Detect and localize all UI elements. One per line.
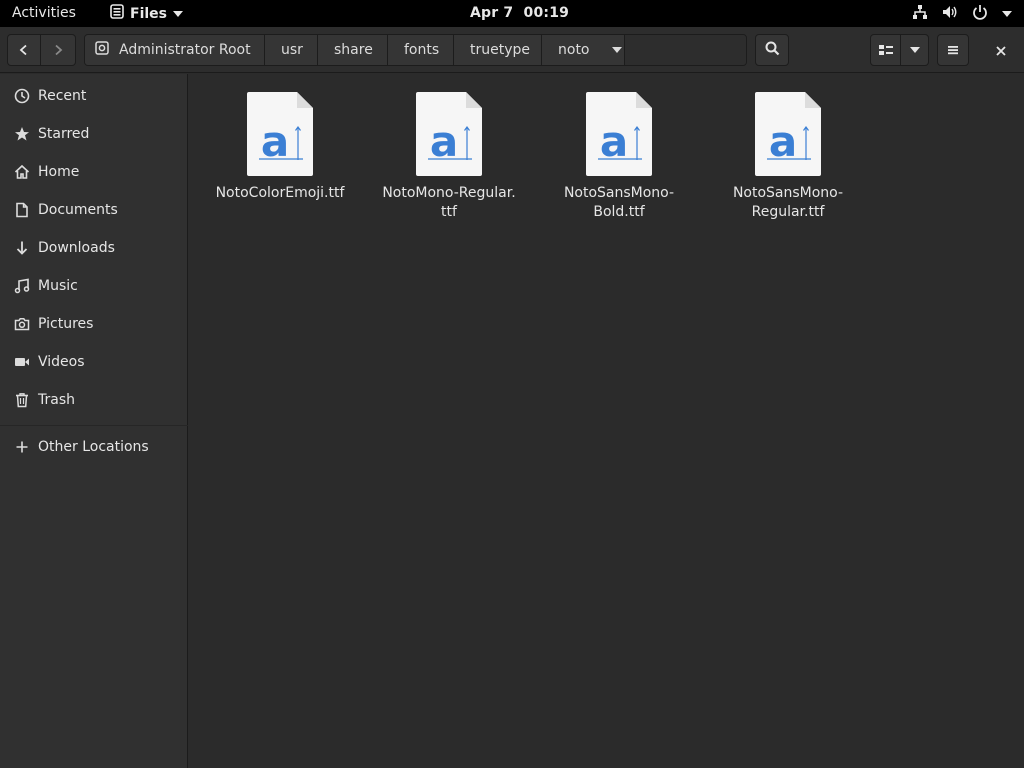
path-crumb-label: truetype bbox=[470, 42, 531, 58]
clock[interactable]: Apr 7 00:19 bbox=[470, 5, 569, 21]
path-crumb-noto[interactable]: noto bbox=[542, 35, 625, 65]
video-icon bbox=[14, 354, 30, 370]
sidebar-item-label: Music bbox=[38, 278, 78, 294]
font-file-icon: a bbox=[755, 92, 821, 176]
chevron-left-icon bbox=[18, 41, 30, 60]
app-menu-label: Files bbox=[130, 5, 167, 22]
path-crumb-share[interactable]: share bbox=[318, 35, 388, 65]
path-crumb-usr[interactable]: usr bbox=[265, 35, 318, 65]
sidebar-item-downloads[interactable]: Downloads bbox=[0, 229, 188, 267]
activities-button[interactable]: Activities bbox=[12, 5, 76, 21]
sidebar-item-label: Downloads bbox=[38, 240, 115, 256]
list-view-icon bbox=[878, 41, 893, 60]
sidebar-item-label: Recent bbox=[38, 88, 87, 104]
path-bar-empty-area bbox=[625, 35, 746, 65]
sidebar-item-recent[interactable]: Recent bbox=[0, 77, 188, 115]
file-item-notocoloremoji[interactable]: a NotoColorEmoji.ttf bbox=[196, 92, 364, 203]
trash-icon bbox=[14, 392, 30, 408]
drive-icon bbox=[95, 41, 109, 59]
file-name: NotoColorEmoji.ttf bbox=[215, 185, 345, 201]
close-icon bbox=[996, 41, 1006, 60]
path-crumb-label: usr bbox=[281, 42, 303, 58]
hamburger-icon bbox=[947, 41, 959, 60]
sidebar-item-documents[interactable]: Documents bbox=[0, 191, 188, 229]
plus-icon bbox=[14, 439, 30, 455]
path-crumb-label: share bbox=[334, 42, 373, 58]
sidebar-item-label: Documents bbox=[38, 202, 118, 218]
sidebar-item-label: Starred bbox=[38, 126, 90, 142]
sidebar-item-music[interactable]: Music bbox=[0, 267, 188, 305]
font-file-icon: a bbox=[586, 92, 652, 176]
chevron-down-icon bbox=[909, 47, 920, 53]
sidebar-item-label: Videos bbox=[38, 354, 85, 370]
font-file-icon: a bbox=[247, 92, 313, 176]
home-icon bbox=[14, 164, 30, 180]
file-name: NotoSansMono- Bold.ttf bbox=[563, 185, 675, 220]
path-crumb-label: fonts bbox=[404, 42, 440, 58]
close-window-button[interactable] bbox=[985, 34, 1017, 66]
top-bar: Activities Files Apr 7 00:19 bbox=[0, 0, 1024, 27]
power-icon bbox=[972, 4, 988, 24]
chevron-down-icon bbox=[173, 10, 183, 17]
app-menu[interactable]: Files bbox=[110, 4, 183, 23]
path-crumb-label: Administrator Root bbox=[119, 42, 251, 58]
file-item-notomono-regular[interactable]: a NotoMono-Regular. ttf bbox=[365, 92, 533, 222]
system-tray[interactable] bbox=[912, 4, 1012, 24]
volume-icon bbox=[942, 4, 958, 24]
clock-icon bbox=[14, 88, 30, 104]
file-view[interactable]: a NotoColorEmoji.ttf a NotoMono-Regular.… bbox=[189, 74, 1024, 768]
path-crumb-root[interactable]: Administrator Root bbox=[85, 35, 265, 65]
file-item-notosansmono-bold[interactable]: a NotoSansMono- Bold.ttf bbox=[535, 92, 703, 222]
chevron-down-icon bbox=[611, 47, 622, 53]
view-options-button[interactable] bbox=[901, 34, 929, 66]
font-file-icon: a bbox=[416, 92, 482, 176]
document-icon bbox=[14, 202, 30, 218]
sidebar-item-home[interactable]: Home bbox=[0, 153, 188, 191]
back-button[interactable] bbox=[7, 34, 41, 66]
search-button[interactable] bbox=[755, 34, 789, 66]
view-mode-button[interactable] bbox=[870, 34, 901, 66]
download-icon bbox=[14, 240, 30, 256]
sidebar-item-pictures[interactable]: Pictures bbox=[0, 305, 188, 343]
header-bar: Administrator Root usr share fonts truet… bbox=[0, 27, 1024, 73]
network-icon bbox=[912, 4, 928, 24]
sidebar-item-label: Home bbox=[38, 164, 80, 180]
files-app-icon bbox=[110, 4, 124, 23]
sidebar-divider bbox=[0, 425, 188, 426]
sidebar-item-label: Trash bbox=[38, 392, 75, 408]
path-crumb-fonts[interactable]: fonts bbox=[388, 35, 454, 65]
search-icon bbox=[765, 41, 780, 60]
chevron-right-icon bbox=[52, 41, 64, 60]
path-crumb-label: noto bbox=[558, 42, 590, 58]
music-icon bbox=[14, 278, 30, 294]
star-icon bbox=[14, 126, 30, 142]
sidebar-item-label: Pictures bbox=[38, 316, 94, 332]
file-item-notosansmono-regular[interactable]: a NotoSansMono- Regular.ttf bbox=[704, 92, 872, 222]
clock-time: 00:19 bbox=[523, 5, 570, 21]
chevron-down-icon bbox=[1002, 11, 1012, 17]
path-bar: Administrator Root usr share fonts truet… bbox=[84, 34, 747, 66]
sidebar-item-trash[interactable]: Trash bbox=[0, 381, 188, 419]
file-name: NotoSansMono- Regular.ttf bbox=[732, 185, 844, 220]
file-name: NotoMono-Regular. ttf bbox=[382, 185, 516, 220]
sidebar-item-other-locations[interactable]: Other Locations bbox=[0, 428, 188, 466]
clock-date: Apr 7 bbox=[470, 5, 514, 21]
sidebar: Recent Starred Home Documents Downloads … bbox=[0, 74, 188, 768]
camera-icon bbox=[14, 316, 30, 332]
sidebar-item-label: Other Locations bbox=[38, 439, 149, 455]
main-menu-button[interactable] bbox=[937, 34, 969, 66]
sidebar-item-videos[interactable]: Videos bbox=[0, 343, 188, 381]
forward-button[interactable] bbox=[41, 34, 76, 66]
sidebar-item-starred[interactable]: Starred bbox=[0, 115, 188, 153]
path-crumb-truetype[interactable]: truetype bbox=[454, 35, 542, 65]
